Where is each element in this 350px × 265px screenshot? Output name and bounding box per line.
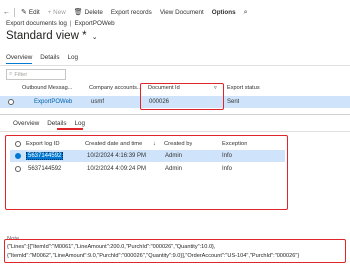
breadcrumb-item[interactable]: Export documents log: [6, 20, 67, 27]
search-button[interactable]: ⌕: [244, 9, 248, 16]
action-pane: ← ✎ Edit + New 🗑 Delete Export records V…: [0, 6, 256, 18]
highlight-box: [140, 83, 224, 110]
new-button[interactable]: + New: [48, 9, 66, 16]
breadcrumb-separator: |: [69, 20, 72, 27]
breadcrumb-item[interactable]: ExportPOWeb: [75, 20, 115, 27]
view-selector[interactable]: Standard view * ⌄: [6, 30, 98, 42]
export-status-cell: Sent: [227, 99, 240, 105]
chevron-down-icon: ⌄: [91, 34, 98, 41]
pencil-icon: ✎: [21, 8, 27, 16]
back-button[interactable]: ←: [3, 9, 10, 16]
tab-strip: Overview Details Log: [6, 54, 78, 64]
export-records-button[interactable]: Export records: [111, 9, 152, 16]
toolbar-separator: [14, 7, 15, 17]
company-cell: usmf: [91, 99, 105, 105]
top-window: ← ✎ Edit + New 🗑 Delete Export records V…: [0, 0, 350, 114]
filter-icon: ⌕: [9, 71, 13, 77]
trash-icon: 🗑: [73, 8, 83, 16]
column-header-company-accounts[interactable]: Company accounts...: [89, 83, 142, 93]
active-tab-indicator: [57, 128, 83, 130]
breadcrumb: Export documents log | ExportPOWeb: [6, 20, 115, 27]
unsaved-indicator: *: [82, 30, 87, 42]
tab-details[interactable]: Details: [40, 54, 59, 64]
divider: [0, 131, 350, 132]
back-arrow-icon: ←: [3, 8, 10, 16]
tab-overview[interactable]: Overview: [13, 120, 39, 129]
search-icon: ⌕: [243, 8, 248, 16]
edit-button[interactable]: ✎ Edit: [21, 9, 40, 16]
column-header-outbound-message[interactable]: Outbound Messag...: [22, 83, 72, 93]
tab-log[interactable]: Log: [68, 54, 79, 64]
options-tab[interactable]: Options: [212, 9, 236, 16]
divider: [0, 65, 350, 66]
outbound-message-link[interactable]: ExportPOWeb: [34, 96, 72, 108]
filter-placeholder: Filter: [14, 71, 28, 78]
filter-input[interactable]: ⌕ Filter: [6, 69, 66, 80]
view-document-button[interactable]: View Document: [160, 9, 204, 16]
page-title: Standard view: [6, 30, 79, 42]
column-header-export-status[interactable]: Export status: [227, 83, 260, 93]
highlight-box: [4, 239, 346, 263]
delete-button[interactable]: 🗑 Delete: [74, 9, 103, 16]
tab-overview[interactable]: Overview: [6, 54, 33, 64]
row-selector-radio[interactable]: [8, 99, 14, 105]
highlight-box: [5, 135, 288, 210]
